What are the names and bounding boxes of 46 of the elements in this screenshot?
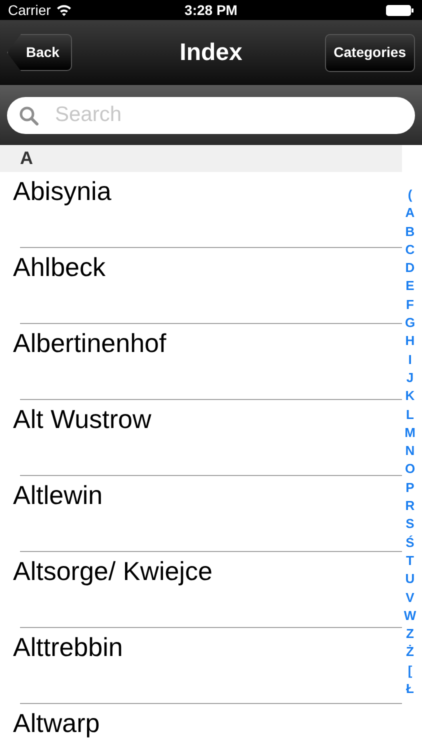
index-letter[interactable]: C <box>405 240 415 260</box>
index-letter[interactable]: L <box>406 406 414 424</box>
section-header: A <box>0 145 402 172</box>
index-letter[interactable]: S <box>406 515 414 534</box>
index-letter[interactable]: F <box>406 296 414 314</box>
index-letter[interactable]: E <box>406 277 414 296</box>
list-item[interactable]: Altsorge/ Kwiejce <box>13 556 212 586</box>
list-item[interactable]: Altwarp <box>13 708 100 738</box>
index-letter[interactable]: G <box>404 314 416 332</box>
list-item[interactable]: Abisynia <box>13 176 112 206</box>
list-item[interactable]: Altlewin <box>13 480 103 510</box>
index-letter[interactable]: D <box>405 259 415 278</box>
index-letter[interactable]: J <box>406 368 414 388</box>
list-item[interactable]: Albertinenhof <box>13 328 166 358</box>
index-letter[interactable]: Ż <box>406 643 414 662</box>
index-letter[interactable]: N <box>405 442 415 460</box>
index-letter[interactable]: ( <box>408 186 412 204</box>
list-item[interactable]: Alt Wustrow <box>13 404 152 434</box>
index-letter[interactable]: A <box>405 204 415 223</box>
index-letter[interactable]: [ <box>408 662 412 680</box>
index-letter[interactable]: K <box>405 387 415 406</box>
navigation-title: Index <box>180 38 242 68</box>
index-letter[interactable]: Ł <box>406 680 414 698</box>
index-letter[interactable]: Ś <box>406 534 414 552</box>
index-letter[interactable]: R <box>405 497 415 516</box>
wifi-icon <box>56 4 72 16</box>
categories-button[interactable]: Categories <box>324 34 415 72</box>
carrier-label: Carrier <box>8 0 51 20</box>
index-letter[interactable]: B <box>405 222 415 241</box>
index-letter[interactable]: O <box>404 460 416 479</box>
index-letter[interactable]: M <box>404 424 416 442</box>
index-letter[interactable]: V <box>406 588 414 607</box>
list-item[interactable]: Alttrebbin <box>13 632 123 662</box>
search-field[interactable]: Search <box>7 96 415 134</box>
search-icon <box>19 106 39 126</box>
index-letter[interactable]: T <box>406 552 414 570</box>
index-letter[interactable]: H <box>405 332 415 351</box>
index-letter[interactable]: Z <box>406 625 414 644</box>
index-letter[interactable]: I <box>408 350 412 369</box>
battery-icon <box>386 4 414 16</box>
index-letter[interactable]: U <box>405 570 415 589</box>
index-letter[interactable]: P <box>406 478 414 498</box>
clock-label: 3:28 PM <box>184 0 238 20</box>
back-button[interactable]: Back <box>7 34 72 71</box>
list-item[interactable]: Ahlbeck <box>13 252 106 282</box>
index-letter[interactable]: W <box>404 606 416 626</box>
